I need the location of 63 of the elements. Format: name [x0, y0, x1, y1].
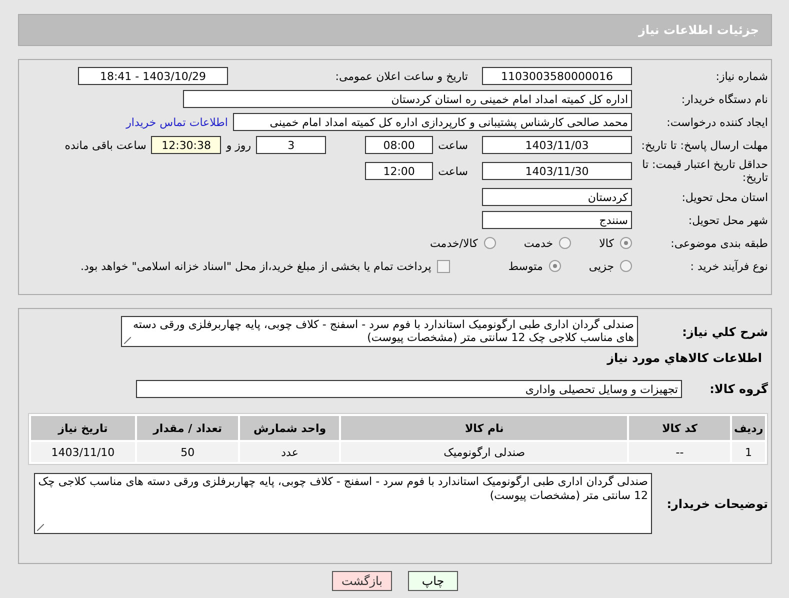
table-cell: 1 [732, 442, 765, 462]
radio-icon[interactable] [620, 237, 632, 249]
field-label: نوع فرآیند خرید : [689, 260, 768, 272]
field-label: توضیحات خریدار: [666, 496, 768, 510]
goods-group-field: تجهیزات و وسایل تحصیلی واداری [136, 380, 682, 398]
date-field: 1403/11/30 [482, 162, 632, 180]
resize-grip-icon[interactable] [124, 337, 131, 344]
field-label: نام دستگاه خریدار: [680, 92, 768, 106]
province-field: کردستان [482, 188, 632, 206]
table-cell: 1403/11/10 [31, 442, 135, 462]
radio-option[interactable]: کالا/خدمت [430, 236, 496, 250]
time-label: ساعت [438, 164, 468, 178]
treasury-label: پرداخت تمام یا بخشی از مبلغ خرید،از محل "اسناد خزانه اسلامی" خواهد بود. [80, 260, 432, 272]
table-cell: 50 [136, 442, 238, 462]
column-header: نام کالا [341, 416, 628, 440]
days-label: روز و [226, 138, 252, 152]
column-header: تاریخ نیاز [31, 416, 135, 440]
radio-option[interactable]: متوسط [508, 260, 561, 272]
buyer-notes-textarea[interactable]: صندلی گردان اداری طبی ارگونومیک استاندارد با فوم سرد - اسفنج - کلاف چوبی، پایه چهاربرفلزی ورقی دسته های مناسب کلاجی چک 12 سانتی متر (مشخصات پیوست) [34, 473, 652, 534]
buyer-contact-link[interactable]: اطلاعات تماس خریدار [126, 116, 228, 128]
action-button[interactable]: بازگشت [332, 571, 392, 591]
field-label: تاریخ و ساعت اعلان عمومی: [334, 70, 468, 82]
days-field: 3 [256, 136, 326, 154]
field-label: مهلت ارسال پاسخ: تا تاریخ: [640, 138, 768, 152]
city-field: سنندج [482, 211, 632, 229]
time-label: ساعت [438, 138, 468, 152]
resize-grip-icon[interactable] [37, 524, 44, 531]
remaining-time-field: 12:30:38 [151, 136, 222, 154]
remaining-label: ساعت باقی مانده [64, 138, 146, 152]
field-label: شهر محل تحویل: [687, 214, 768, 226]
field-label: حداقل تاریخ اعتبار قیمت: تا تاریخ: [641, 158, 768, 184]
radio-icon[interactable] [484, 237, 496, 249]
announce-date-field: 1403/10/29 - 18:41 [78, 67, 228, 85]
column-header: ردیف [732, 416, 765, 440]
buyer-org-field: اداره کل کمیته امداد امام خمینی ره استان کردستان [183, 90, 632, 108]
need-number-field: 1103003580000016 [482, 67, 632, 85]
radio-option[interactable]: جزیی [588, 260, 632, 272]
radio-icon[interactable] [548, 260, 561, 272]
checkbox[interactable] [437, 260, 450, 272]
time-field: 08:00 [365, 136, 434, 154]
field-label: شماره نیاز: [714, 70, 768, 82]
page-title: جزئیات اطلاعات نیاز [638, 23, 759, 37]
summary-textarea[interactable]: صندلی گردان اداری طبی ارگونومیک استاندارد با فوم سرد - اسفنج - کلاف چوبی، پایه چهاربرفلزی ورقی دسته های مناسب کلاجی چک 12 سانتی متر (مشخصات پیوست) [121, 316, 638, 347]
radio-icon[interactable] [620, 260, 632, 272]
field-label: طبقه بندی موضوعی: [670, 236, 768, 250]
table-cell: -- [629, 442, 730, 462]
radio-option[interactable]: کالا [599, 236, 632, 250]
radio-option[interactable]: خدمت [524, 236, 572, 250]
section-heading: اطلاعات كالاهاي مورد نياز [606, 351, 762, 365]
date-field: 1403/11/03 [482, 136, 632, 154]
column-header: واحد شمارش [240, 416, 340, 440]
time-field: 12:00 [365, 162, 434, 180]
action-button[interactable]: چاپ [408, 571, 458, 591]
radio-icon[interactable] [559, 237, 572, 249]
field-label: گروه کالا: [708, 382, 768, 396]
field-label: ایجاد کننده درخواست: [666, 116, 768, 128]
table-cell: صندلی ارگونومیک [341, 442, 628, 462]
field-label: شرح کلي نياز: [681, 324, 768, 338]
field-label: استان محل تحویل: [680, 190, 768, 204]
column-header: تعداد / مقدار [136, 416, 238, 440]
requester-field: محمد صالحی کارشناس پشتیبانی و کارپردازی اداره کل کمیته امداد امام خمینی [233, 113, 632, 131]
table-cell: عدد [240, 442, 340, 462]
column-header: کد کالا [629, 416, 730, 440]
